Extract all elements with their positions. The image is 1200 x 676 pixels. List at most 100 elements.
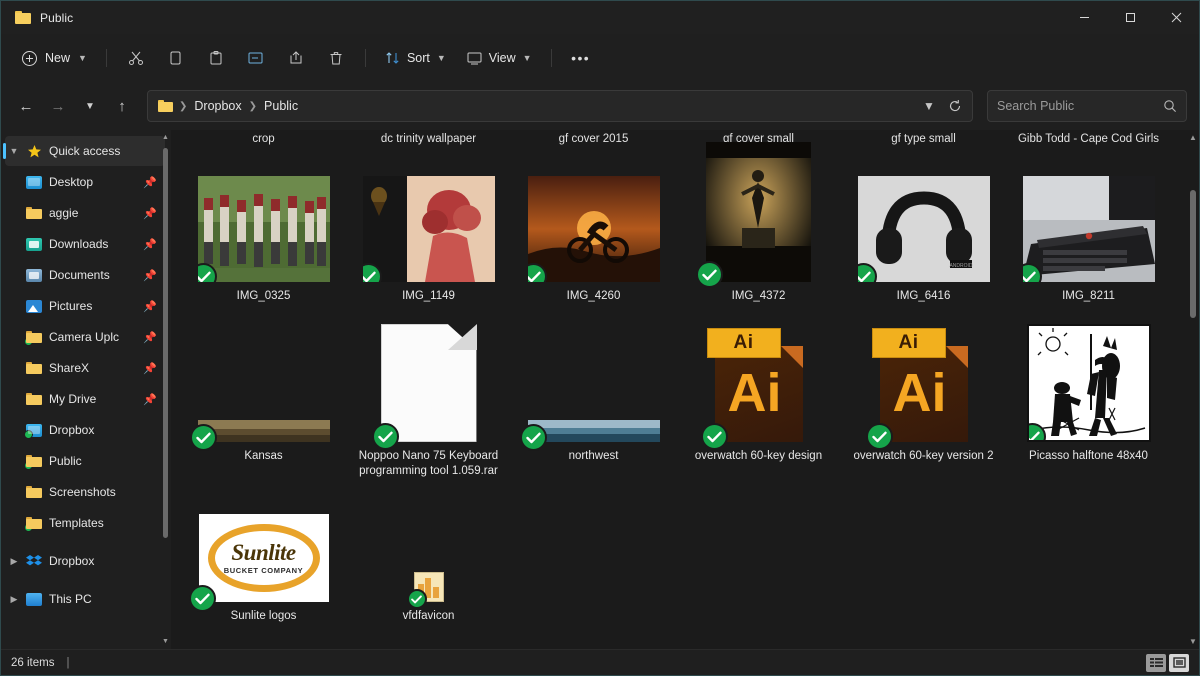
- toolbar-divider-2: [365, 49, 366, 67]
- illustrator-glyph: Ai: [872, 366, 968, 420]
- see-more-button[interactable]: •••: [562, 42, 600, 74]
- refresh-button[interactable]: [942, 93, 968, 119]
- file-item[interactable]: IMG_0325: [181, 172, 346, 332]
- illustrator-glyph: Ai: [707, 366, 803, 420]
- details-view-button[interactable]: [1146, 654, 1166, 672]
- pin-icon[interactable]: 📌: [143, 331, 157, 344]
- sidebar-item-desktop[interactable]: Desktop 📌: [5, 167, 165, 197]
- sidebar-item-screenshots[interactable]: Screenshots: [5, 477, 165, 507]
- pin-icon[interactable]: 📌: [143, 238, 157, 251]
- sync-check-icon: [189, 585, 216, 612]
- pin-icon[interactable]: 📌: [143, 207, 157, 220]
- thumbnail-wrap: Ai Ai: [693, 336, 825, 442]
- sidebar-item-this-pc[interactable]: ▶ This PC: [5, 584, 165, 614]
- sidebar-item-pictures[interactable]: Pictures 📌: [5, 291, 165, 321]
- file-item[interactable]: IMG_4260: [511, 172, 676, 332]
- view-icon: [466, 50, 483, 66]
- scrollbar-thumb[interactable]: [163, 148, 168, 538]
- close-button[interactable]: [1153, 1, 1199, 34]
- sidebar-item-sharex[interactable]: ShareX 📌: [5, 353, 165, 383]
- scroll-up-icon[interactable]: ▲: [1189, 133, 1197, 142]
- file-type-banner: Ai: [872, 328, 946, 358]
- chevron-down-icon[interactable]: ▼: [5, 146, 23, 156]
- folder-icon: [23, 392, 45, 406]
- copy-button[interactable]: [157, 42, 195, 74]
- file-grid-scroll: crop dc trinity wallpaper gf cover 2015 …: [171, 130, 1189, 649]
- file-item[interactable]: IMG_1149: [346, 172, 511, 332]
- rename-button[interactable]: [237, 42, 275, 74]
- file-item[interactable]: Ai Ai overwatch 60-key version 2: [841, 332, 1006, 492]
- file-item[interactable]: northwest: [511, 332, 676, 492]
- pin-icon[interactable]: 📌: [143, 393, 157, 406]
- pin-icon[interactable]: 📌: [143, 362, 157, 375]
- pin-icon[interactable]: 📌: [143, 269, 157, 282]
- sidebar-item-my-drive[interactable]: My Drive 📌: [5, 384, 165, 414]
- sidebar-item-camera-uploads[interactable]: Camera Uplc 📌: [5, 322, 165, 352]
- file-item[interactable]: Sunlite BUCKET COMPANY Sunlite logos: [181, 492, 346, 649]
- new-button[interactable]: New ▼: [15, 42, 96, 74]
- chevron-right-icon[interactable]: ▶: [5, 556, 23, 567]
- file-item[interactable]: ANDROID IMG_6416: [841, 172, 1006, 332]
- sidebar-scrollbar[interactable]: ▲ ▼: [162, 134, 169, 645]
- pictures-icon: [23, 300, 45, 313]
- file-item[interactable]: vfdfavicon: [346, 492, 511, 649]
- item-label: northwest: [524, 449, 664, 464]
- clipped-item[interactable]: gf cover 2015: [511, 130, 676, 172]
- pin-icon[interactable]: 📌: [143, 300, 157, 313]
- clipped-item[interactable]: dc trinity wallpaper: [346, 130, 511, 172]
- folder-icon: [15, 11, 31, 24]
- pin-icon[interactable]: 📌: [143, 176, 157, 189]
- sidebar-item-downloads[interactable]: Downloads 📌: [5, 229, 165, 259]
- scrollbar-thumb[interactable]: [1190, 190, 1196, 318]
- share-button[interactable]: [277, 42, 315, 74]
- sidebar-item-label: Screenshots: [49, 485, 157, 499]
- file-item[interactable]: Ai Ai overwatch 60-key design: [676, 332, 841, 492]
- cut-button[interactable]: [117, 42, 155, 74]
- sidebar-item-dropbox-folder[interactable]: Dropbox: [5, 415, 165, 445]
- item-label: gf cover 2015: [511, 132, 676, 146]
- recent-locations-button[interactable]: ▼: [75, 91, 105, 121]
- thumbnail-wrap: [363, 176, 495, 282]
- clipped-item[interactable]: gf type small: [841, 130, 1006, 172]
- scroll-down-icon[interactable]: ▼: [1189, 637, 1197, 646]
- item-label: Noppoo Nano 75 Keyboard programming tool…: [359, 449, 499, 479]
- file-list-pane[interactable]: crop dc trinity wallpaper gf cover 2015 …: [171, 130, 1199, 649]
- file-item[interactable]: Kansas: [181, 332, 346, 492]
- address-field[interactable]: ❯ Dropbox ❯ Public ▼: [147, 90, 973, 122]
- scroll-down-icon[interactable]: ▼: [162, 638, 169, 645]
- file-item[interactable]: Noppoo Nano 75 Keyboard programming tool…: [346, 332, 511, 492]
- back-button[interactable]: ←: [11, 91, 41, 121]
- minimize-button[interactable]: [1061, 1, 1107, 34]
- search-input[interactable]: Search Public: [997, 99, 1163, 113]
- chevron-right-icon[interactable]: ▶: [5, 594, 23, 605]
- item-label: overwatch 60-key design: [689, 449, 829, 464]
- paste-button[interactable]: [197, 42, 235, 74]
- thumbnail-wrap: ANDROID: [858, 176, 990, 282]
- delete-button[interactable]: [317, 42, 355, 74]
- search-box[interactable]: Search Public: [987, 90, 1187, 122]
- maximize-button[interactable]: [1107, 1, 1153, 34]
- sidebar-item-documents[interactable]: Documents 📌: [5, 260, 165, 290]
- forward-button[interactable]: →: [43, 91, 73, 121]
- content-scrollbar[interactable]: ▲ ▼: [1187, 130, 1199, 649]
- previous-locations-button[interactable]: ▼: [916, 93, 942, 119]
- sidebar-item-templates[interactable]: Templates: [5, 508, 165, 538]
- view-button-label: View: [489, 51, 516, 65]
- breadcrumb-dropbox[interactable]: Dropbox: [189, 96, 246, 116]
- clipped-item[interactable]: crop: [181, 130, 346, 172]
- sort-button[interactable]: Sort ▼: [376, 42, 455, 74]
- breadcrumb-public[interactable]: Public: [259, 96, 303, 116]
- large-icons-view-button[interactable]: [1169, 654, 1189, 672]
- file-item[interactable]: IMG_8211: [1006, 172, 1171, 332]
- sidebar-item-public[interactable]: Public: [5, 446, 165, 476]
- clipped-item[interactable]: Gibb Todd - Cape Cod Girls: [1006, 130, 1171, 172]
- logo-thumbnail: Sunlite BUCKET COMPANY: [199, 514, 329, 602]
- sidebar-item-aggie[interactable]: aggie 📌: [5, 198, 165, 228]
- sidebar-item-dropbox[interactable]: ▶ Dropbox: [5, 546, 165, 576]
- file-item[interactable]: IMG_4372: [676, 172, 841, 332]
- scroll-up-icon[interactable]: ▲: [162, 134, 169, 141]
- view-button[interactable]: View ▼: [457, 42, 541, 74]
- sidebar-item-quick-access[interactable]: ▼ Quick access: [5, 136, 165, 166]
- up-button[interactable]: ↑: [107, 91, 137, 121]
- file-item[interactable]: Picasso halftone 48x40: [1006, 332, 1171, 492]
